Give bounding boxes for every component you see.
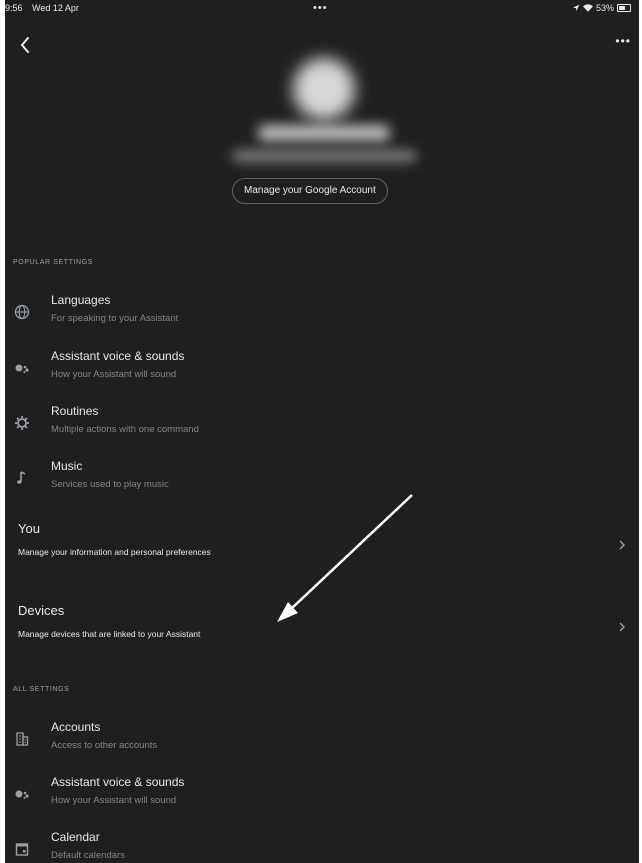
profile-name-blurred [258,125,390,141]
status-indicators: 53% [572,3,631,13]
item-title: Routines [51,404,99,418]
item-title: Assistant voice & sounds [51,349,185,363]
more-options-button[interactable]: ••• [615,34,631,48]
settings-item-accounts[interactable]: Accounts Access to other accounts [5,716,639,766]
avatar [293,58,355,120]
chevron-right-icon [619,622,625,632]
wifi-icon [582,4,593,12]
settings-item-calendar[interactable]: Calendar Default calendars [5,826,639,863]
settings-item-routines[interactable]: Routines Multiple actions with one comma… [5,400,639,450]
status-bar: 09:56 Wed 12 Apr ••• 53% [5,0,639,18]
assistant-icon [15,364,29,373]
routines-icon [15,416,29,430]
assistant-icon [15,790,29,799]
item-title: Languages [51,293,111,307]
item-subtitle: Services used to play music [51,479,169,490]
you-row[interactable]: You Manage your information and personal… [5,521,639,581]
status-time: 09:56 [5,3,23,13]
item-subtitle: For speaking to your Assistant [51,313,179,324]
row-title: You [18,521,40,536]
music-note-icon [17,471,26,484]
item-subtitle: Access to other accounts [51,740,158,751]
profile-section: Manage your Google Account [5,50,639,210]
settings-item-assistant-voice-all[interactable]: Assistant voice & sounds How your Assist… [5,771,639,821]
row-subtitle: Manage devices that are linked to your A… [18,629,201,639]
battery-percent: 53% [595,3,614,13]
item-subtitle: How your Assistant will sound [51,795,177,806]
item-subtitle: Default calendars [51,850,125,861]
manage-google-account-button[interactable]: Manage your Google Account [232,178,388,204]
section-header-popular: POPULAR SETTINGS [13,259,94,266]
section-header-all: ALL SETTINGS [13,686,70,693]
assistant-settings-screen: 09:56 Wed 12 Apr ••• 53% ••• Manage your… [5,0,639,863]
item-title: Music [51,459,83,473]
row-subtitle: Manage your information and personal pre… [18,547,211,557]
item-title: Calendar [51,830,100,844]
item-title: Accounts [51,720,101,734]
item-title: Assistant voice & sounds [51,775,185,789]
item-subtitle: How your Assistant will sound [51,369,177,380]
settings-item-music[interactable]: Music Services used to play music [5,455,639,505]
multitasking-dots[interactable]: ••• [313,2,328,14]
row-title: Devices [18,603,65,618]
calendar-icon [15,843,29,856]
settings-item-assistant-voice[interactable]: Assistant voice & sounds How your Assist… [5,345,639,395]
profile-email-blurred [232,150,417,162]
settings-item-languages[interactable]: Languages For speaking to your Assistant [5,289,639,339]
item-subtitle: Multiple actions with one command [51,424,199,435]
devices-row[interactable]: Devices Manage devices that are linked t… [5,603,639,663]
battery-icon [617,4,631,12]
accounts-icon [16,732,29,746]
location-icon [572,4,580,12]
globe-icon [14,304,30,320]
chevron-right-icon [619,540,625,550]
status-date: Wed 12 Apr [32,3,79,13]
